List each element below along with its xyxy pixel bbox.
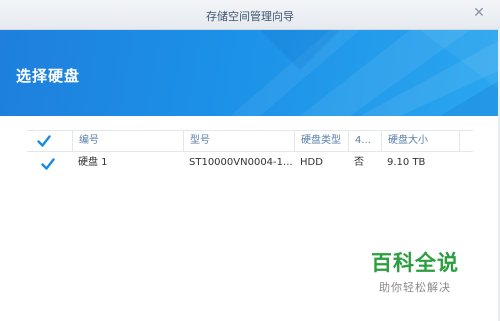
table-row[interactable]: 硬盘 1 ST10000VN0004-1... HDD 否 9.10 TB bbox=[27, 152, 473, 174]
cell-disk-model: ST10000VN0004-1... bbox=[189, 157, 293, 168]
column-header-type[interactable]: 硬盘类型 bbox=[294, 131, 348, 151]
column-header-model[interactable]: 型号 bbox=[183, 131, 294, 151]
column-header-size[interactable]: 硬盘大小 bbox=[381, 131, 459, 151]
watermark-subtitle: 助你轻松解决 bbox=[379, 281, 451, 294]
column-header-extra bbox=[459, 131, 473, 151]
cell-disk-id: 硬盘 1 bbox=[78, 157, 108, 168]
cell-disk-type: HDD bbox=[300, 157, 323, 168]
column-header-id[interactable]: 编号 bbox=[72, 131, 183, 151]
step-heading: 选择硬盘 bbox=[16, 67, 81, 85]
header-banner: 选择硬盘 bbox=[0, 30, 500, 116]
title-bar: 存储空间管理向导 ✕ bbox=[0, 0, 500, 30]
disk-table: 编号 型号 硬盘类型 4... 硬盘大小 硬盘 1 ST10000VN0004-… bbox=[27, 130, 473, 174]
header-select-cell bbox=[27, 131, 71, 151]
table-header: 编号 型号 硬盘类型 4... 硬盘大小 bbox=[27, 130, 473, 152]
close-icon[interactable]: ✕ bbox=[472, 6, 486, 20]
cell-disk-size: 9.10 TB bbox=[387, 157, 426, 168]
row-checkbox[interactable] bbox=[41, 157, 55, 171]
column-header-4k[interactable]: 4... bbox=[348, 131, 381, 151]
window-title: 存储空间管理向导 bbox=[206, 10, 294, 23]
watermark-title: 百科全说 bbox=[371, 251, 459, 275]
cell-disk-4k: 否 bbox=[354, 157, 364, 168]
wizard-window: 存储空间管理向导 ✕ 选择硬盘 编号 型号 硬盘类型 4... 硬盘大小 硬盘 … bbox=[0, 0, 500, 321]
select-all-checkbox[interactable] bbox=[37, 134, 51, 148]
watermark: 百科全说 助你轻松解决 bbox=[365, 247, 465, 295]
